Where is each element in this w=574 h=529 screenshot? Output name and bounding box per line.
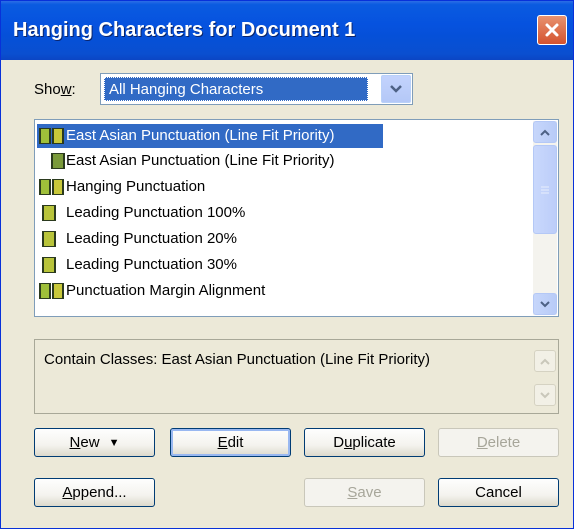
title-bar[interactable]: Hanging Characters for Document 1	[1, 1, 573, 60]
double-bar-icon	[39, 128, 64, 144]
window-title: Hanging Characters for Document 1	[13, 19, 356, 41]
list-item[interactable]: East Asian Punctuation (Line Fit Priorit…	[37, 124, 383, 148]
list-item-label: Punctuation Margin Alignment	[66, 282, 266, 299]
single-bar-icon	[51, 153, 65, 169]
append-button[interactable]: Append...	[34, 478, 155, 507]
double-bar-icon	[39, 283, 64, 299]
chevron-down-icon	[540, 300, 550, 307]
double-bar-icon	[39, 179, 64, 195]
list-item[interactable]: Leading Punctuation 100%	[37, 201, 527, 225]
description-scroll-down	[534, 384, 556, 406]
close-button[interactable]	[537, 15, 567, 45]
list-item[interactable]: Hanging Punctuation	[37, 175, 527, 199]
chevron-up-icon	[540, 129, 550, 136]
delete-button[interactable]: Delete	[438, 428, 559, 457]
scroll-thumb[interactable]	[533, 145, 557, 234]
show-dropdown-arrow[interactable]	[381, 75, 411, 103]
description-scrollbar	[534, 344, 556, 411]
hanging-characters-dialog: Hanging Characters for Document 1 Show: …	[0, 0, 574, 529]
list-item-label: Hanging Punctuation	[66, 178, 206, 195]
scroll-up-button[interactable]	[533, 121, 557, 143]
caret-down-icon: ▼	[108, 436, 120, 449]
chevron-down-icon	[540, 391, 550, 398]
save-button[interactable]: Save	[304, 478, 425, 507]
description-box: Contain Classes: East Asian Punctuation …	[34, 339, 559, 414]
list-item-label: Leading Punctuation 30%	[66, 256, 237, 273]
show-label: Show:	[34, 81, 76, 98]
chevron-up-icon	[540, 358, 550, 365]
list-item-label: Leading Punctuation 100%	[66, 204, 246, 221]
description-text: Contain Classes: East Asian Punctuation …	[44, 351, 431, 368]
list-item[interactable]: Leading Punctuation 30%	[37, 253, 527, 277]
list-item[interactable]: Leading Punctuation 20%	[37, 227, 527, 251]
list-item-label: East Asian Punctuation (Line Fit Priorit…	[66, 127, 335, 144]
single-bar-icon	[42, 231, 56, 247]
close-icon	[545, 23, 559, 37]
new-button[interactable]: New ▼	[34, 428, 155, 457]
chevron-down-icon	[390, 85, 402, 93]
list-item-label: Leading Punctuation 20%	[66, 230, 237, 247]
single-bar-icon	[42, 205, 56, 221]
list-item[interactable]: Punctuation Margin Alignment	[37, 279, 527, 303]
duplicate-button[interactable]: Du plicate	[304, 428, 425, 457]
show-dropdown[interactable]: All Hanging Characters	[100, 73, 413, 105]
grip-icon	[541, 186, 549, 193]
show-dropdown-value: All Hanging Characters	[104, 77, 368, 101]
list-item[interactable]: East Asian Punctuation (Line Fit Priorit…	[37, 149, 527, 173]
cancel-button[interactable]: Cancel	[438, 478, 559, 507]
description-scroll-up	[534, 350, 556, 372]
scroll-down-button[interactable]	[533, 293, 557, 315]
single-bar-icon	[42, 257, 56, 273]
hanging-characters-list[interactable]: East Asian Punctuation (Line Fit Priorit…	[34, 119, 559, 317]
list-item-label: East Asian Punctuation (Line Fit Priorit…	[66, 152, 335, 169]
edit-button[interactable]: Edit	[170, 428, 291, 457]
list-scrollbar[interactable]	[533, 121, 557, 315]
